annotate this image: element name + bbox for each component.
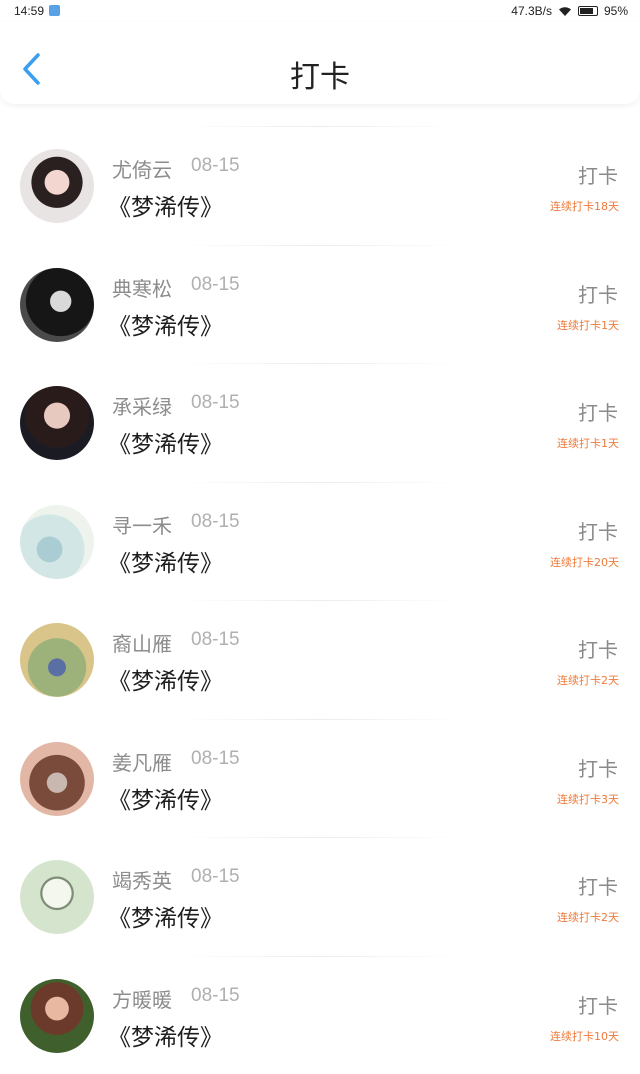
book-title: 《梦浠传》 bbox=[108, 899, 223, 933]
avatar[interactable] bbox=[20, 623, 94, 697]
list-item[interactable]: 典寒松 08-15 《梦浠传》 打卡 连续打卡1天 bbox=[0, 245, 640, 364]
row-divider bbox=[180, 245, 460, 246]
book-title: 《梦浠传》 bbox=[108, 425, 223, 459]
app-notification-icon bbox=[49, 5, 60, 16]
streak-label: 连续打卡20天 bbox=[550, 554, 619, 570]
row-divider bbox=[180, 126, 460, 127]
checkin-date: 08-15 bbox=[191, 511, 240, 533]
checkin-button[interactable]: 打卡 bbox=[578, 279, 618, 308]
wifi-icon bbox=[558, 6, 572, 17]
avatar[interactable] bbox=[20, 386, 94, 460]
user-name: 姜凡雁 bbox=[112, 747, 172, 776]
avatar[interactable] bbox=[20, 505, 94, 579]
checkin-date: 08-15 bbox=[191, 155, 240, 177]
row-divider bbox=[180, 482, 460, 483]
user-name: 寻一禾 bbox=[112, 510, 172, 539]
list-item[interactable]: 承采绿 08-15 《梦浠传》 打卡 连续打卡1天 bbox=[0, 363, 640, 482]
checkin-button[interactable]: 打卡 bbox=[578, 634, 618, 663]
list-item[interactable]: 尤倚云 08-15 《梦浠传》 打卡 连续打卡18天 bbox=[0, 126, 640, 245]
checkin-list: 尤倚云 08-15 《梦浠传》 打卡 连续打卡18天 典寒松 08-15 《梦浠… bbox=[0, 126, 640, 1074]
checkin-date: 08-15 bbox=[191, 392, 240, 414]
streak-label: 连续打卡1天 bbox=[557, 317, 619, 333]
book-title: 《梦浠传》 bbox=[108, 781, 223, 815]
user-name: 尤倚云 bbox=[112, 154, 172, 183]
page-title: 打卡 bbox=[0, 52, 640, 96]
status-right: 47.3B/s 95% bbox=[511, 4, 628, 18]
user-name: 承采绿 bbox=[112, 391, 172, 420]
book-title: 《梦浠传》 bbox=[108, 188, 223, 222]
checkin-date: 08-15 bbox=[191, 748, 240, 770]
row-divider bbox=[180, 837, 460, 838]
row-divider bbox=[180, 719, 460, 720]
row-divider bbox=[180, 600, 460, 601]
list-item[interactable]: 姜凡雁 08-15 《梦浠传》 打卡 连续打卡3天 bbox=[0, 719, 640, 838]
nav-header: 打卡 bbox=[0, 22, 640, 104]
list-item[interactable]: 竭秀英 08-15 《梦浠传》 打卡 连续打卡2天 bbox=[0, 837, 640, 956]
avatar[interactable] bbox=[20, 860, 94, 934]
avatar[interactable] bbox=[20, 149, 94, 223]
network-speed: 47.3B/s bbox=[511, 4, 552, 18]
checkin-button[interactable]: 打卡 bbox=[578, 871, 618, 900]
book-title: 《梦浠传》 bbox=[108, 307, 223, 341]
user-name: 裔山雁 bbox=[112, 628, 172, 657]
avatar[interactable] bbox=[20, 268, 94, 342]
checkin-button[interactable]: 打卡 bbox=[578, 990, 618, 1019]
checkin-date: 08-15 bbox=[191, 274, 240, 296]
checkin-button[interactable]: 打卡 bbox=[578, 397, 618, 426]
avatar[interactable] bbox=[20, 742, 94, 816]
list-item[interactable]: 寻一禾 08-15 《梦浠传》 打卡 连续打卡20天 bbox=[0, 482, 640, 601]
checkin-button[interactable]: 打卡 bbox=[578, 160, 618, 189]
streak-label: 连续打卡18天 bbox=[550, 198, 619, 214]
user-name: 典寒松 bbox=[112, 273, 172, 302]
battery-level: 95% bbox=[604, 4, 628, 18]
battery-icon bbox=[578, 6, 598, 16]
list-item[interactable]: 方暖暖 08-15 《梦浠传》 打卡 连续打卡10天 bbox=[0, 956, 640, 1074]
streak-label: 连续打卡1天 bbox=[557, 435, 619, 451]
status-time: 14:59 bbox=[14, 4, 44, 18]
list-item[interactable]: 裔山雁 08-15 《梦浠传》 打卡 连续打卡2天 bbox=[0, 600, 640, 719]
row-divider bbox=[180, 363, 460, 364]
user-name: 方暖暖 bbox=[112, 984, 172, 1013]
checkin-date: 08-15 bbox=[191, 629, 240, 651]
checkin-date: 08-15 bbox=[191, 866, 240, 888]
checkin-button[interactable]: 打卡 bbox=[578, 516, 618, 545]
streak-label: 连续打卡2天 bbox=[557, 909, 619, 925]
streak-label: 连续打卡10天 bbox=[550, 1028, 619, 1044]
book-title: 《梦浠传》 bbox=[108, 1018, 223, 1052]
book-title: 《梦浠传》 bbox=[108, 544, 223, 578]
checkin-button[interactable]: 打卡 bbox=[578, 753, 618, 782]
status-bar: 14:59 47.3B/s 95% bbox=[0, 0, 640, 22]
streak-label: 连续打卡3天 bbox=[557, 791, 619, 807]
user-name: 竭秀英 bbox=[112, 865, 172, 894]
streak-label: 连续打卡2天 bbox=[557, 672, 619, 688]
checkin-date: 08-15 bbox=[191, 985, 240, 1007]
row-divider bbox=[180, 956, 460, 957]
book-title: 《梦浠传》 bbox=[108, 662, 223, 696]
avatar[interactable] bbox=[20, 979, 94, 1053]
